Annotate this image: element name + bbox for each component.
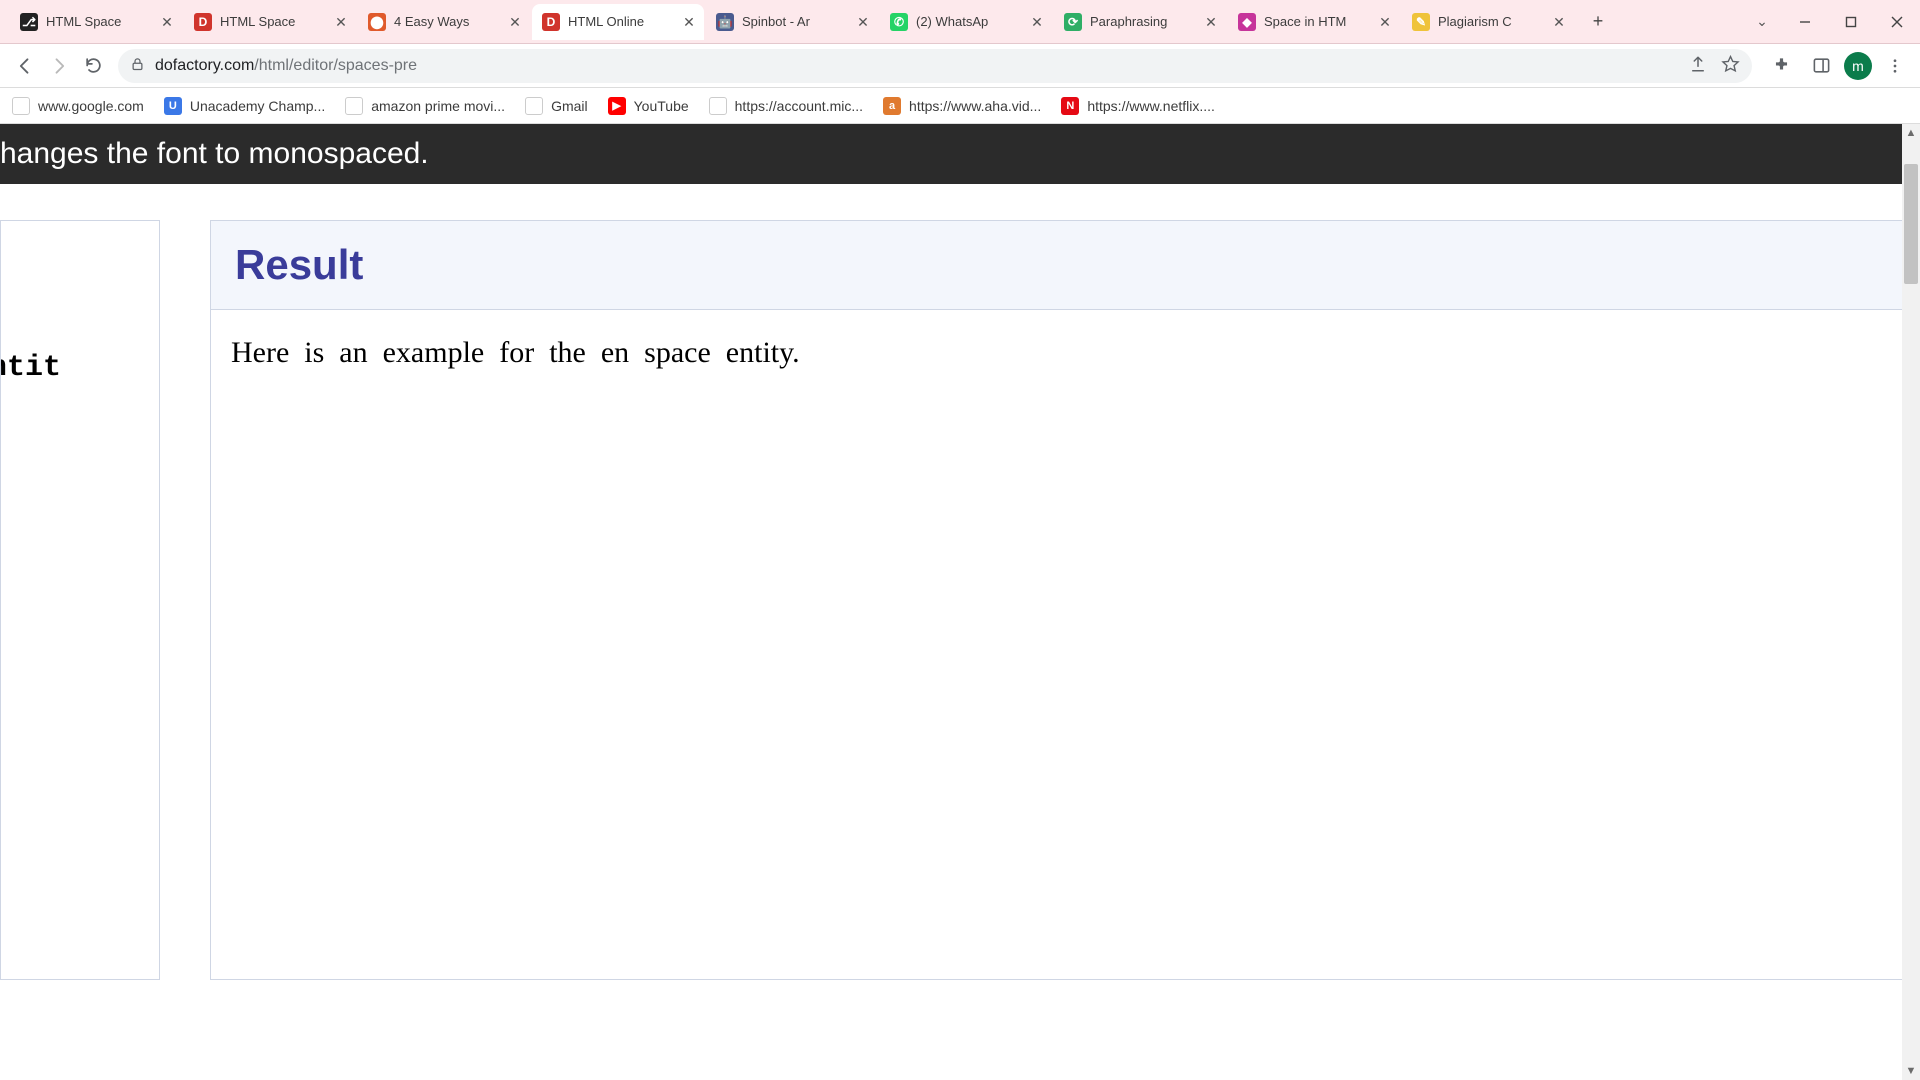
browser-tab[interactable]: D HTML Online✕ [532,4,704,40]
bookmark-favicon-icon: ▶ [608,97,626,115]
bookmark-favicon-icon: G [345,97,363,115]
browser-tab[interactable]: ⎇ HTML Space✕ [10,4,182,40]
vertical-scrollbar[interactable]: ▲ ▼ [1902,124,1920,1080]
tab-title: Spinbot - Ar [742,14,854,29]
bookmark-item[interactable]: M Gmail [525,97,588,115]
share-icon[interactable] [1689,55,1707,76]
browser-toolbar: dofactory.com/html/editor/spaces-pre m [0,44,1920,88]
tab-close-icon[interactable]: ✕ [1550,13,1568,31]
browser-tab[interactable]: 🤖 Spinbot - Ar✕ [706,4,878,40]
kebab-menu-icon[interactable] [1878,49,1912,83]
tab-close-icon[interactable]: ✕ [506,13,524,31]
bookmark-item[interactable]: ▶ YouTube [608,97,689,115]
bookmark-favicon-icon: N [1061,97,1079,115]
bookmark-favicon-icon: a [883,97,901,115]
bookmark-item[interactable]: Gamazon prime movi... [345,97,505,115]
bookmark-label: Unacademy Champ... [190,98,325,114]
scroll-thumb[interactable] [1904,164,1918,284]
tab-close-icon[interactable]: ✕ [854,13,872,31]
tab-favicon-icon: D [542,13,560,31]
new-tab-button[interactable]: + [1582,6,1614,38]
bookmark-item[interactable]: Gwww.google.com [12,97,144,115]
browser-tab[interactable]: ⟳ Paraphrasing✕ [1054,4,1226,40]
bookmark-label: https://account.mic... [735,98,863,114]
side-panel-icon[interactable] [1804,49,1838,83]
browser-tab[interactable]: ◆ Space in HTM✕ [1228,4,1400,40]
tab-favicon-icon: ✎ [1412,13,1430,31]
bookmarks-bar: Gwww.google.com U Unacademy Champ... Gamazo… [0,88,1920,124]
bookmark-item[interactable]: https://account.mic... [709,97,863,115]
result-heading: Result [235,241,1883,289]
bookmark-label: https://www.aha.vid... [909,98,1041,114]
lock-icon [130,57,145,75]
tab-title: HTML Space [46,14,158,29]
window-minimize-button[interactable] [1782,0,1828,44]
reload-button[interactable] [76,49,110,83]
tab-close-icon[interactable]: ✕ [1028,13,1046,31]
scroll-up-arrow-icon[interactable]: ▲ [1902,124,1920,142]
url-text: dofactory.com/html/editor/spaces-pre [155,57,417,75]
bookmark-favicon-icon: G [12,97,30,115]
tab-title: 4 Easy Ways [394,14,506,29]
bookmark-label: YouTube [634,98,689,114]
browser-tab[interactable]: ⬤ 4 Easy Ways✕ [358,4,530,40]
tab-title: Plagiarism C [1438,14,1550,29]
tab-close-icon[interactable]: ✕ [1202,13,1220,31]
bookmark-item[interactable]: Nhttps://www.netflix.... [1061,97,1215,115]
tab-title: HTML Space [220,14,332,29]
tab-favicon-icon: 🤖 [716,13,734,31]
tab-favicon-icon: ◆ [1238,13,1256,31]
browser-tab[interactable]: ✆ (2) WhatsAp✕ [880,4,1052,40]
bookmark-favicon-icon: U [164,97,182,115]
bookmark-label: amazon prime movi... [371,98,505,114]
bookmark-star-icon[interactable] [1721,55,1740,77]
profile-avatar[interactable]: m [1844,52,1872,80]
window-maximize-button[interactable] [1828,0,1874,44]
result-panel: Result Here is an example for the en spa… [210,220,1908,980]
tab-favicon-icon: D [194,13,212,31]
code-editor-panel[interactable]: sp;entit [0,220,160,980]
browser-tab-strip: ⎇HTML Space✕DHTML Space✕⬤4 Easy Ways✕DHT… [0,0,1920,44]
window-close-button[interactable] [1874,0,1920,44]
bookmark-item[interactable]: U Unacademy Champ... [164,97,325,115]
result-text: Here is an example for the en space enti… [231,336,800,369]
bookmark-label: https://www.netflix.... [1087,98,1215,114]
tab-favicon-icon: ⎇ [20,13,38,31]
back-button[interactable] [8,49,42,83]
scroll-down-arrow-icon[interactable]: ▼ [1902,1062,1920,1080]
code-fragment: sp;entit [0,351,61,385]
tab-search-chevron-icon[interactable]: ⌄ [1742,13,1782,30]
extensions-puzzle-icon[interactable] [1764,49,1798,83]
bookmark-label: www.google.com [38,98,144,114]
tab-favicon-icon: ✆ [890,13,908,31]
tab-close-icon[interactable]: ✕ [1376,13,1394,31]
tab-close-icon[interactable]: ✕ [158,13,176,31]
bookmark-favicon-icon [709,97,727,115]
page-content: hanges the font to monospaced. sp;entit … [0,124,1920,1080]
tab-close-icon[interactable]: ✕ [680,13,698,31]
forward-button[interactable] [42,49,76,83]
tab-title: (2) WhatsAp [916,14,1028,29]
bookmark-favicon-icon: M [525,97,543,115]
tab-title: HTML Online [568,14,680,29]
tab-favicon-icon: ⟳ [1064,13,1082,31]
page-description-banner: hanges the font to monospaced. [0,124,1920,184]
tab-title: Paraphrasing [1090,14,1202,29]
browser-tab[interactable]: ✎ Plagiarism C✕ [1402,4,1574,40]
tab-close-icon[interactable]: ✕ [332,13,350,31]
bookmark-item[interactable]: a https://www.aha.vid... [883,97,1041,115]
tab-favicon-icon: ⬤ [368,13,386,31]
bookmark-label: Gmail [551,98,588,114]
tab-title: Space in HTM [1264,14,1376,29]
address-bar[interactable]: dofactory.com/html/editor/spaces-pre [118,49,1752,83]
browser-tab[interactable]: D HTML Space✕ [184,4,356,40]
